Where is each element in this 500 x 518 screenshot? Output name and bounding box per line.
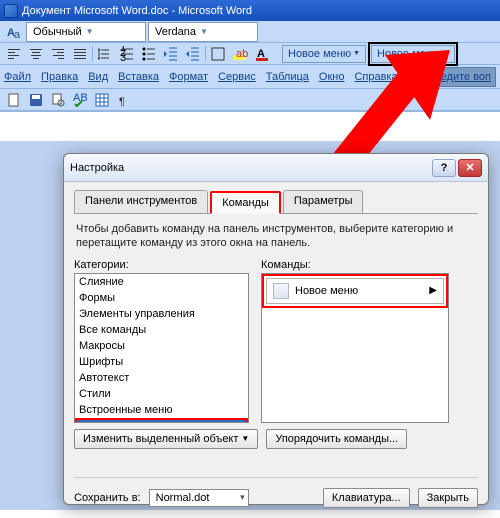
command-icon bbox=[273, 283, 289, 299]
dialog-title-bar[interactable]: Настройка ? ✕ bbox=[64, 154, 488, 182]
font-select[interactable]: Verdana ▼ bbox=[148, 22, 258, 42]
style-select[interactable]: Обычный ▼ bbox=[26, 22, 146, 42]
menu-file[interactable]: Файл bbox=[4, 71, 31, 83]
list-item[interactable]: Шрифты bbox=[75, 354, 248, 370]
font-value: Verdana bbox=[155, 26, 196, 38]
save-in-label: Сохранить в: bbox=[74, 492, 141, 504]
align-toolbar: 123 ab A Новое меню▼ Новое меню▼ bbox=[0, 43, 500, 65]
borders-icon[interactable] bbox=[208, 44, 228, 64]
menu-edit[interactable]: Правка bbox=[41, 71, 78, 83]
menu-insert[interactable]: Вставка bbox=[118, 71, 159, 83]
print-preview-icon[interactable] bbox=[48, 90, 68, 110]
keyboard-button[interactable]: Клавиатура... bbox=[323, 488, 410, 508]
standard-toolbar: ABC ¶ bbox=[0, 89, 500, 111]
new-menu-2-button[interactable]: Новое меню▼ bbox=[371, 45, 455, 63]
menu-help[interactable]: Справка bbox=[354, 71, 397, 83]
list-item[interactable]: Все команды bbox=[75, 322, 248, 338]
list-item-selected[interactable]: Новое меню bbox=[77, 420, 246, 423]
dialog-title: Настройка bbox=[70, 162, 124, 174]
close-dialog-button[interactable]: Закрыть bbox=[418, 488, 478, 508]
font-color-icon[interactable]: A bbox=[252, 44, 272, 64]
menu-window[interactable]: Окно bbox=[319, 71, 345, 83]
bullet-list-icon[interactable] bbox=[139, 44, 159, 64]
menu-view[interactable]: Вид bbox=[88, 71, 108, 83]
save-in-select[interactable]: Normal.dot bbox=[149, 489, 249, 507]
spellcheck-icon[interactable]: ABC bbox=[70, 90, 90, 110]
chevron-down-icon: ▼ bbox=[241, 434, 249, 443]
dialog-tabs: Панели инструментов Команды Параметры bbox=[74, 190, 478, 214]
style-zoom-icon[interactable]: Aa bbox=[4, 22, 24, 42]
list-item[interactable]: Встроенные меню bbox=[75, 402, 248, 418]
tab-commands[interactable]: Команды bbox=[210, 191, 281, 214]
table-icon[interactable] bbox=[92, 90, 112, 110]
svg-text:ab: ab bbox=[236, 48, 248, 60]
menu-table[interactable]: Таблица bbox=[266, 71, 309, 83]
list-item[interactable]: Формы bbox=[75, 290, 248, 306]
command-label: Новое меню bbox=[295, 285, 358, 297]
list-item[interactable]: Слияние bbox=[75, 274, 248, 290]
formatting-toolbar: Aa Обычный ▼ Verdana ▼ bbox=[0, 21, 500, 43]
svg-text:¶: ¶ bbox=[119, 96, 125, 108]
commands-listbox[interactable]: Новое меню ▶ bbox=[261, 273, 449, 423]
modify-selection-button[interactable]: Изменить выделенный объект▼ bbox=[74, 429, 258, 449]
word-app-icon bbox=[4, 4, 18, 18]
increase-indent-icon[interactable] bbox=[183, 44, 203, 64]
customize-dialog: Настройка ? ✕ Панели инструментов Команд… bbox=[63, 153, 489, 505]
command-new-menu[interactable]: Новое меню ▶ bbox=[266, 278, 444, 304]
numbered-list-icon[interactable]: 123 bbox=[117, 44, 137, 64]
svg-text:a: a bbox=[14, 29, 21, 40]
align-justify-icon[interactable] bbox=[70, 44, 90, 64]
dialog-hint: Чтобы добавить команду на панель инструм… bbox=[76, 222, 476, 251]
menu-tools[interactable]: Сервис bbox=[218, 71, 256, 83]
categories-listbox[interactable]: Слияние Формы Элементы управления Все ко… bbox=[74, 273, 249, 423]
window-title: Документ Microsoft Word.doc - Microsoft … bbox=[22, 5, 252, 17]
chevron-down-icon: ▼ bbox=[86, 27, 94, 36]
list-item[interactable]: Стили bbox=[75, 386, 248, 402]
list-item[interactable]: Элементы управления bbox=[75, 306, 248, 322]
tab-options[interactable]: Параметры bbox=[283, 190, 364, 213]
chevron-down-icon: ▼ bbox=[353, 50, 360, 57]
new-menu-highlight: Новое меню bbox=[75, 418, 248, 423]
decrease-indent-icon[interactable] bbox=[161, 44, 181, 64]
new-menu-1-button[interactable]: Новое меню▼ bbox=[282, 45, 366, 63]
new-doc-icon[interactable] bbox=[4, 90, 24, 110]
chevron-down-icon: ▼ bbox=[200, 27, 208, 36]
line-spacing-icon[interactable] bbox=[95, 44, 115, 64]
menu-format[interactable]: Формат bbox=[169, 71, 208, 83]
chevron-down-icon: ▼ bbox=[442, 50, 449, 57]
align-right-icon[interactable] bbox=[48, 44, 68, 64]
style-value: Обычный bbox=[33, 26, 82, 38]
document-area bbox=[0, 111, 500, 141]
list-item[interactable]: Автотекст bbox=[75, 370, 248, 386]
menu-bar: Файл Правка Вид Вставка Формат Сервис Та… bbox=[0, 65, 500, 89]
show-marks-icon[interactable]: ¶ bbox=[114, 90, 134, 110]
commands-label: Команды: bbox=[261, 259, 449, 271]
list-item[interactable]: Макросы bbox=[75, 338, 248, 354]
highlight-icon[interactable]: ab bbox=[230, 44, 250, 64]
tab-toolbars[interactable]: Панели инструментов bbox=[74, 190, 208, 213]
reorder-commands-button[interactable]: Упорядочить команды... bbox=[266, 429, 407, 449]
close-button[interactable]: ✕ bbox=[458, 159, 482, 177]
align-left-icon[interactable] bbox=[4, 44, 24, 64]
title-bar: Документ Microsoft Word.doc - Microsoft … bbox=[0, 0, 500, 21]
save-icon[interactable] bbox=[26, 90, 46, 110]
submenu-arrow-icon: ▶ bbox=[429, 285, 437, 296]
categories-label: Категории: bbox=[74, 259, 249, 271]
ask-question-box[interactable]: Введите воп bbox=[423, 67, 496, 87]
new-menu-2-highlight: Новое меню▼ bbox=[368, 42, 458, 66]
help-button[interactable]: ? bbox=[432, 159, 456, 177]
align-center-icon[interactable] bbox=[26, 44, 46, 64]
